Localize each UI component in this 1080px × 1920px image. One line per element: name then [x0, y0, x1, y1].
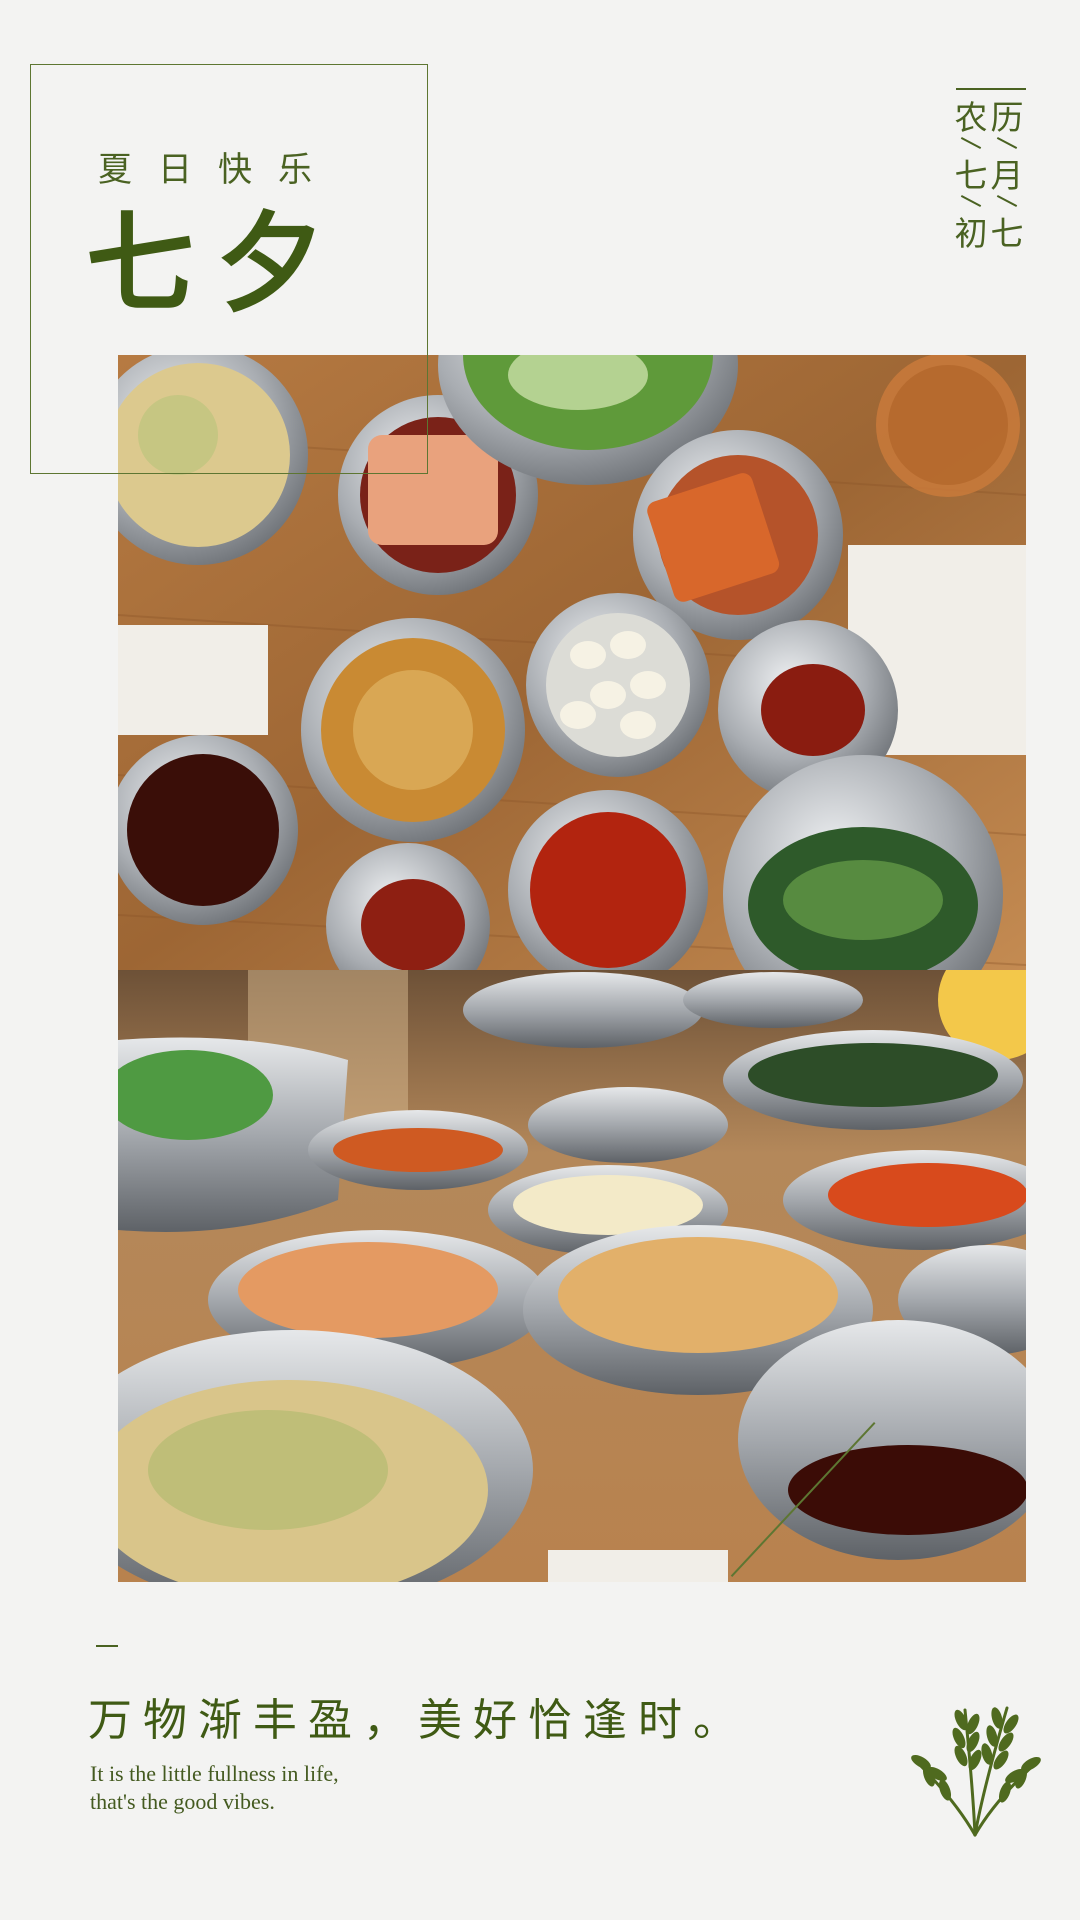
photo-side-view — [118, 970, 1026, 1582]
slogan: 万物渐丰盈，美好恰逢时。 — [88, 1695, 748, 1746]
lunar-left-column: 农 七 初 — [954, 100, 988, 252]
english-caption: It is the little fullness in life, that'… — [90, 1760, 339, 1816]
lunar-char: 初 — [954, 214, 988, 253]
english-line: that's the good vibes. — [90, 1789, 275, 1814]
lunar-char: 农 — [954, 98, 988, 137]
lunar-char: 月 — [990, 156, 1024, 195]
wheat-icon — [895, 1680, 1055, 1840]
lunar-right-column: 历 月 七 — [990, 100, 1024, 252]
lunar-char: 七 — [990, 214, 1024, 253]
lunar-top-line — [956, 88, 1026, 90]
slogan-dash — [96, 1645, 118, 1647]
english-line: It is the little fullness in life, — [90, 1761, 339, 1786]
page-title: 七夕 — [86, 201, 347, 327]
lunar-date: 农 七 初 历 月 七 — [952, 88, 1026, 298]
lunar-char: 历 — [990, 98, 1024, 137]
lunar-char: 七 — [954, 156, 988, 195]
subtitle: 夏日快乐 — [98, 150, 338, 190]
